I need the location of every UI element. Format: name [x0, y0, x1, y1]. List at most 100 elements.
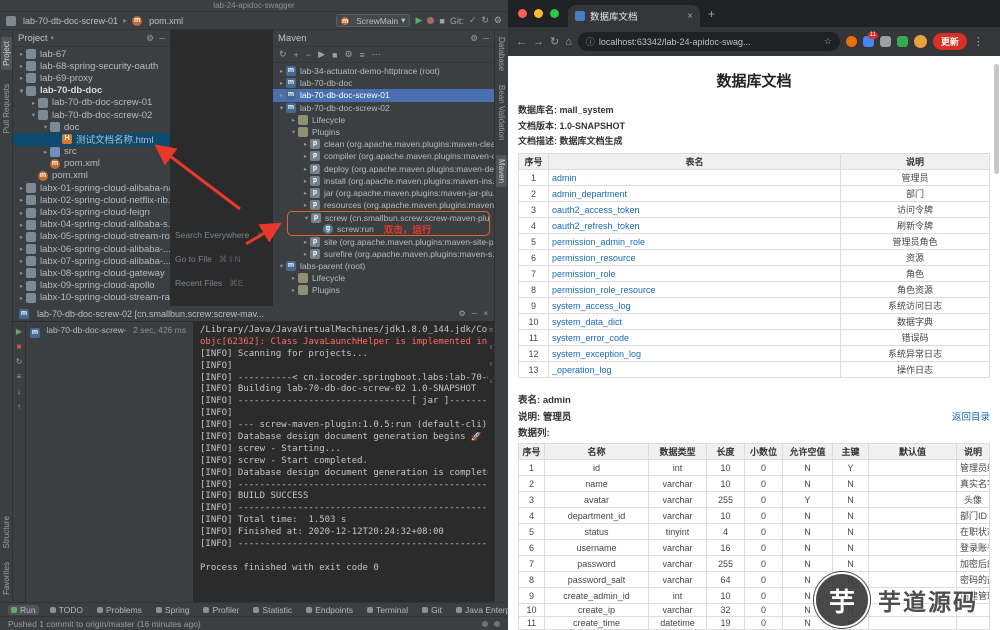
- home-icon[interactable]: ⌂: [565, 36, 572, 48]
- project-tree-item[interactable]: ▸ labx-07-spring-cloud-alibaba-...: [13, 255, 170, 267]
- maven-tree-item[interactable]: ▸ Plugins: [273, 284, 494, 296]
- maven-tree-item[interactable]: ▸ lab-34-actuator-demo-httptrace (root): [273, 65, 494, 77]
- project-tree-item[interactable]: ▾ lab-70-db-doc: [13, 85, 170, 97]
- project-tree-item[interactable]: ▾ doc: [13, 121, 170, 133]
- chevron-right-icon[interactable]: ▸: [17, 62, 26, 70]
- chevron-right-icon[interactable]: ▸: [277, 67, 286, 75]
- scroll-down-icon[interactable]: ↓: [489, 376, 493, 388]
- chevron-right-icon[interactable]: ▸: [301, 140, 310, 148]
- project-tree-item[interactable]: ▸ labx-10-spring-cloud-stream-ra...: [13, 292, 170, 304]
- chevron-right-icon[interactable]: ▸: [17, 245, 26, 253]
- breadcrumb-module[interactable]: lab-70-db-doc-screw-01: [6, 15, 118, 26]
- project-tree-item[interactable]: ▾ lab-70-db-doc-screw-02: [13, 109, 170, 121]
- console[interactable]: /Library/Java/JavaVirtualMachines/jdk1.8…: [194, 322, 494, 602]
- toolwindow-button-terminal[interactable]: Terminal: [364, 605, 411, 615]
- table-name-link[interactable]: permission_admin_role: [548, 233, 841, 250]
- project-tree-item[interactable]: ▸ lab-70-db-doc-screw-01: [13, 97, 170, 109]
- chevron-right-icon[interactable]: ▸: [301, 177, 310, 185]
- toolwindow-button-endpoints[interactable]: Endpoints: [303, 605, 356, 615]
- run-button[interactable]: ▶: [415, 15, 422, 26]
- project-tree-item[interactable]: ▸ labx-06-spring-cloud-alibaba-...: [13, 243, 170, 255]
- maven-tree-item[interactable]: ▸ jar (org.apache.maven.plugins:maven-jar…: [273, 187, 494, 199]
- settings-icon[interactable]: ⚙: [458, 309, 465, 318]
- table-name-link[interactable]: system_error_code: [548, 329, 841, 346]
- table-name-link[interactable]: oauth2_refresh_token: [548, 217, 841, 234]
- toolwindow-stripe-bean-validation[interactable]: Bean Validation: [497, 85, 506, 140]
- chevron-down-icon[interactable]: ▾: [289, 128, 298, 136]
- maven-tree-item[interactable]: ▾ lab-70-db-doc-screw-02: [273, 102, 494, 114]
- close-icon[interactable]: ×: [483, 309, 488, 318]
- site-info-icon[interactable]: ⓘ: [586, 35, 595, 48]
- more-icon[interactable]: ⋯: [372, 49, 381, 60]
- back-to-toc-link[interactable]: 返回目录: [952, 409, 990, 423]
- stop-icon[interactable]: ■: [332, 50, 337, 60]
- maven-tree-item[interactable]: ▸ lab-70-db-doc-screw-01: [273, 89, 494, 102]
- menu-kebab-icon[interactable]: ⋮: [973, 35, 984, 48]
- chevron-down-icon[interactable]: ▾: [277, 262, 286, 270]
- table-name-link[interactable]: permission_role_resource: [548, 281, 841, 298]
- profile-avatar[interactable]: [913, 35, 927, 48]
- project-tree-item[interactable]: ▸ labx-03-spring-cloud-feign: [13, 206, 170, 218]
- table-name-link[interactable]: system_exception_log: [548, 345, 841, 362]
- chevron-right-icon[interactable]: ▸: [301, 152, 310, 160]
- table-name-link[interactable]: permission_role: [548, 265, 841, 282]
- chevron-right-icon[interactable]: ▸: [29, 99, 38, 107]
- table-name-link[interactable]: permission_resource: [548, 249, 841, 266]
- chevron-right-icon[interactable]: ▸: [289, 286, 298, 294]
- chevron-right-icon[interactable]: ▸: [17, 196, 26, 204]
- reload-icon[interactable]: ↻: [550, 35, 559, 48]
- toolwindow-button-run[interactable]: Run: [8, 604, 39, 615]
- list-icon[interactable]: ≡: [17, 372, 22, 381]
- run-tab-title[interactable]: lab-70-db-doc-screw-02 [cn.smallbun.scre…: [37, 309, 264, 319]
- extensions-puzzle-icon[interactable]: [879, 36, 891, 47]
- toolwindow-stripe-favorites[interactable]: Favorites: [2, 562, 11, 595]
- restart-icon[interactable]: ↻: [16, 357, 23, 366]
- toolwindow-button-profiler[interactable]: Profiler: [200, 605, 242, 615]
- bookmark-star-icon[interactable]: ☆: [824, 36, 832, 47]
- chevron-down-icon[interactable]: ▾: [302, 214, 311, 222]
- debug-button[interactable]: [427, 17, 435, 24]
- project-tree-item[interactable]: pom.xml: [13, 170, 170, 182]
- table-name-link[interactable]: system_access_log: [548, 297, 841, 314]
- run-node-label[interactable]: lab-70-db-doc-screw-: [46, 325, 126, 335]
- project-tree-item[interactable]: ▸ labx-04-spring-cloud-alibaba-s...: [13, 219, 170, 231]
- scroll-up-icon[interactable]: ↑: [489, 359, 493, 371]
- toolwindow-stripe-database[interactable]: Database: [497, 37, 506, 71]
- maven-tree-item[interactable]: ▸ compiler (org.apache.maven.plugins:mave…: [273, 150, 494, 162]
- run-config-selector[interactable]: ScrewMain ▾: [336, 14, 411, 27]
- toolwindow-button-git[interactable]: Git: [419, 605, 445, 615]
- maven-tree-item[interactable]: ▸ deploy (org.apache.maven.plugins:maven-…: [273, 163, 494, 175]
- chevron-down-icon[interactable]: ▾: [51, 34, 54, 42]
- chevron-down-icon[interactable]: ▾: [41, 123, 50, 131]
- hide-panel-icon[interactable]: ─: [483, 33, 489, 44]
- project-tree-item[interactable]: ▸ labx-02-spring-cloud-netflix-rib...: [13, 194, 170, 206]
- toolwindow-button-problems[interactable]: Problems: [94, 605, 145, 615]
- maven-tree-item[interactable]: ▸ Lifecycle: [273, 272, 494, 284]
- chevron-right-icon[interactable]: ▸: [301, 250, 310, 258]
- chevron-right-icon[interactable]: ▸: [17, 74, 26, 82]
- new-tab-button[interactable]: +: [708, 7, 715, 21]
- chevron-right-icon[interactable]: ▸: [17, 282, 26, 290]
- toolwindow-button-spring[interactable]: Spring: [153, 605, 193, 615]
- maven-tree-item[interactable]: ▾ labs-parent (root): [273, 260, 494, 272]
- chevron-right-icon[interactable]: ▸: [17, 294, 26, 302]
- back-icon[interactable]: ←: [516, 36, 527, 48]
- chevron-right-icon[interactable]: ▸: [17, 184, 26, 192]
- zoom-window-button[interactable]: [550, 9, 559, 18]
- settings-icon[interactable]: ⚙: [146, 33, 154, 44]
- forward-icon[interactable]: →: [533, 36, 544, 48]
- project-tree-item[interactable]: ▸ labx-08-spring-cloud-gateway: [13, 267, 170, 279]
- maven-tree-item[interactable]: screw:run 双击，运行: [287, 223, 490, 236]
- project-tree-item[interactable]: 测试文档名称.html: [13, 133, 170, 146]
- down-icon[interactable]: ↓: [17, 387, 21, 396]
- project-tree-item[interactable]: ▸ labx-09-spring-cloud-apollo: [13, 280, 170, 292]
- maven-tree-item[interactable]: ▸ resources (org.apache.maven.plugins:mav…: [273, 199, 494, 211]
- maven-tree-item[interactable]: ▾ Plugins: [273, 126, 494, 138]
- chevron-right-icon[interactable]: ▸: [277, 79, 286, 87]
- up-icon[interactable]: ↑: [17, 402, 21, 411]
- maven-tree-item[interactable]: ▸ surefire (org.apache.maven.plugins:mave…: [273, 248, 494, 260]
- chevron-right-icon[interactable]: ▸: [289, 116, 298, 124]
- add-icon[interactable]: +: [294, 50, 299, 60]
- extension-icon-blue[interactable]: 11: [862, 32, 878, 47]
- chevron-right-icon[interactable]: ▸: [301, 165, 310, 173]
